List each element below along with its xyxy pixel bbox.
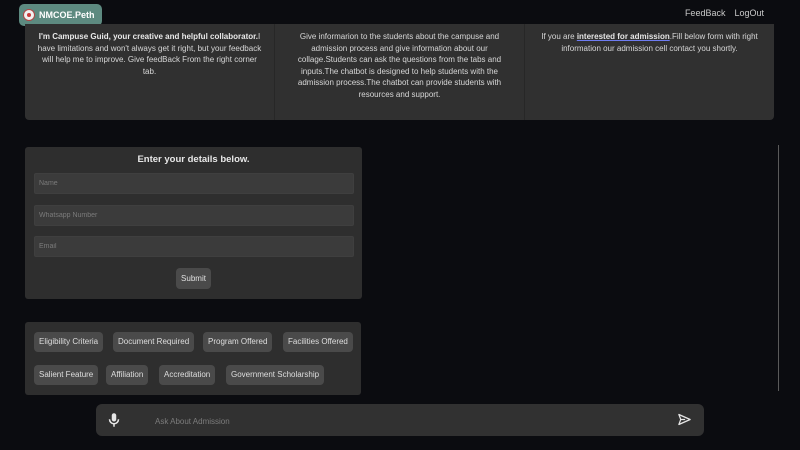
info-panel: I'm Campuse Guid, your creative and help… (25, 24, 774, 120)
top-nav: FeedBack LogOut (685, 8, 764, 18)
microphone-icon[interactable] (105, 411, 123, 429)
admission-interest-link[interactable]: interested for admission (577, 32, 670, 41)
chip-document-required[interactable]: Document Required (113, 332, 195, 352)
submit-button[interactable]: Submit (176, 268, 211, 289)
chat-bar (96, 404, 704, 436)
quick-topics-panel: Eligibility Criteria Document Required P… (25, 322, 361, 395)
chip-salient-feature[interactable]: Salient Feature (34, 365, 99, 385)
name-field[interactable] (34, 173, 354, 194)
feedback-link[interactable]: FeedBack (685, 8, 726, 18)
logout-link[interactable]: LogOut (734, 8, 764, 18)
scrollbar[interactable] (778, 145, 779, 391)
chip-eligibility-criteria[interactable]: Eligibility Criteria (34, 332, 104, 352)
whatsapp-field[interactable] (34, 205, 354, 226)
brand-button[interactable]: NMCOE.Peth (19, 4, 102, 26)
chip-affiliation[interactable]: Affiliation (106, 365, 149, 385)
email-field[interactable] (34, 236, 354, 257)
form-title: Enter your details below. (137, 154, 250, 165)
brand-name: NMCOE.Peth (39, 10, 95, 20)
intro-heading: I'm Campuse Guid, your creative and help… (38, 32, 259, 41)
chip-accreditation[interactable]: Accreditation (159, 365, 216, 385)
chip-facilities-offered[interactable]: Facilities Offered (283, 332, 353, 352)
chip-government-scholarship[interactable]: Government Scholarship (226, 365, 325, 385)
college-seal-icon (23, 9, 35, 21)
about-column: Give informarion to the students about t… (274, 24, 524, 120)
send-icon[interactable] (677, 412, 692, 427)
chat-input[interactable] (153, 412, 657, 430)
about-text: Give informarion to the students about t… (297, 32, 502, 99)
chip-program-offered[interactable]: Program Offered (203, 332, 273, 352)
intro-column: I'm Campuse Guid, your creative and help… (25, 24, 274, 120)
admission-column: If you are interested for admission.Fill… (524, 24, 774, 120)
admission-text-pre: If you are (541, 32, 575, 41)
